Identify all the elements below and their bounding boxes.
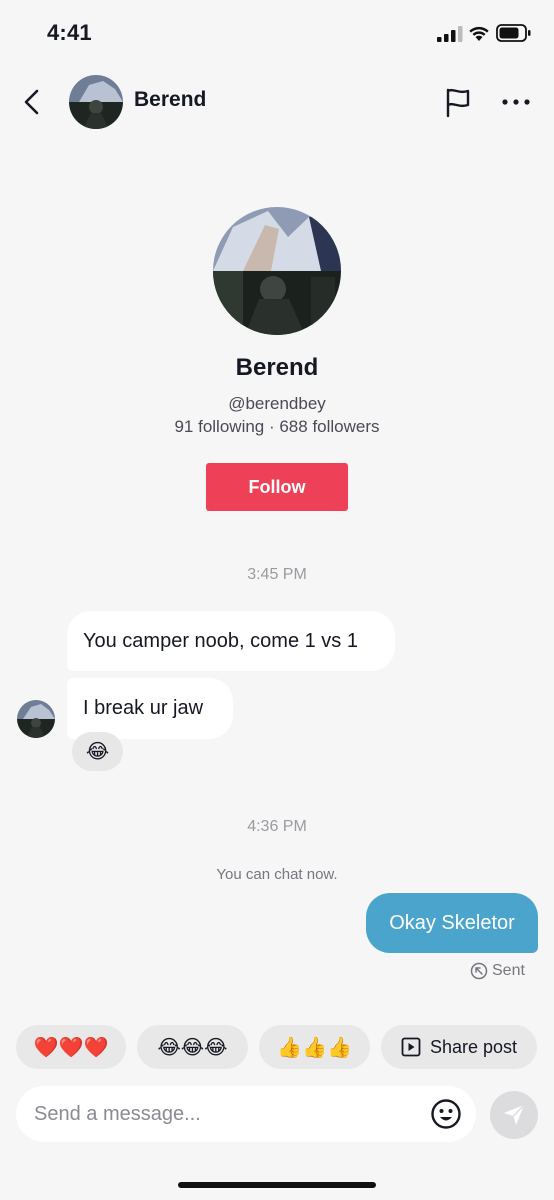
home-indicator (178, 1182, 376, 1188)
quick-reply-label: 👍👍👍 (277, 1036, 352, 1059)
message-reaction[interactable]: 😂 (72, 732, 123, 771)
emoji-icon[interactable] (430, 1098, 462, 1130)
message-timestamp: 4:36 PM (247, 818, 307, 835)
chat-header: Berend (0, 66, 554, 138)
send-button[interactable] (490, 1091, 538, 1139)
share-post-button[interactable]: Share post (381, 1025, 537, 1069)
outgoing-message[interactable]: Okay Skeletor (366, 893, 538, 953)
profile-handle: @berendbey (228, 394, 326, 413)
incoming-message[interactable]: You camper noob, come 1 vs 1 (67, 611, 395, 671)
profile-name: Berend (235, 354, 319, 381)
wifi-icon (469, 26, 489, 41)
back-arrow-icon[interactable] (18, 86, 46, 118)
header-avatar[interactable] (69, 75, 123, 129)
message-composer (16, 1086, 476, 1142)
battery-icon (496, 24, 531, 42)
status-time: 4:41 (47, 20, 92, 45)
flag-report-icon[interactable] (443, 86, 473, 118)
quick-reply-label: ❤️❤️❤️ (33, 1036, 109, 1059)
share-post-label: Share post (429, 1036, 518, 1057)
profile-stats: 91 following · 688 followers (174, 417, 380, 436)
send-arrow-icon (504, 1104, 525, 1125)
header-username[interactable]: Berend (134, 88, 206, 112)
quick-reply-thumbs[interactable]: 👍👍👍 (259, 1025, 370, 1069)
message-text: You camper noob, come 1 vs 1 (83, 629, 358, 652)
message-text: I break ur jaw (83, 697, 204, 719)
sent-status: Sent (470, 960, 525, 982)
sent-label: Sent (492, 962, 525, 979)
avatar-image (69, 75, 123, 129)
laughing-emoji: 😂 (85, 741, 110, 763)
sent-arrow-icon (470, 962, 488, 980)
system-note: You can chat now. (216, 866, 338, 883)
cellular-signal-icon (437, 26, 463, 42)
message-text: Okay Skeletor (389, 911, 515, 934)
profile-avatar-image (213, 207, 341, 335)
quick-reply-laughs[interactable]: 😂😂😂 (137, 1025, 248, 1069)
sender-avatar-image (17, 700, 55, 738)
follow-button[interactable]: Follow (206, 463, 348, 511)
profile-avatar[interactable] (213, 207, 341, 335)
play-square-icon (401, 1037, 421, 1057)
status-bar: 4:41 (0, 0, 554, 66)
incoming-message[interactable]: I break ur jaw (67, 678, 233, 739)
message-timestamp: 3:45 PM (247, 566, 307, 583)
quick-reply-label: 😂😂😂 (157, 1036, 228, 1059)
quick-reply-hearts[interactable]: ❤️❤️❤️ (16, 1025, 126, 1069)
more-options-icon[interactable] (500, 88, 532, 116)
sender-avatar[interactable] (17, 700, 55, 738)
message-input[interactable] (34, 1086, 414, 1142)
